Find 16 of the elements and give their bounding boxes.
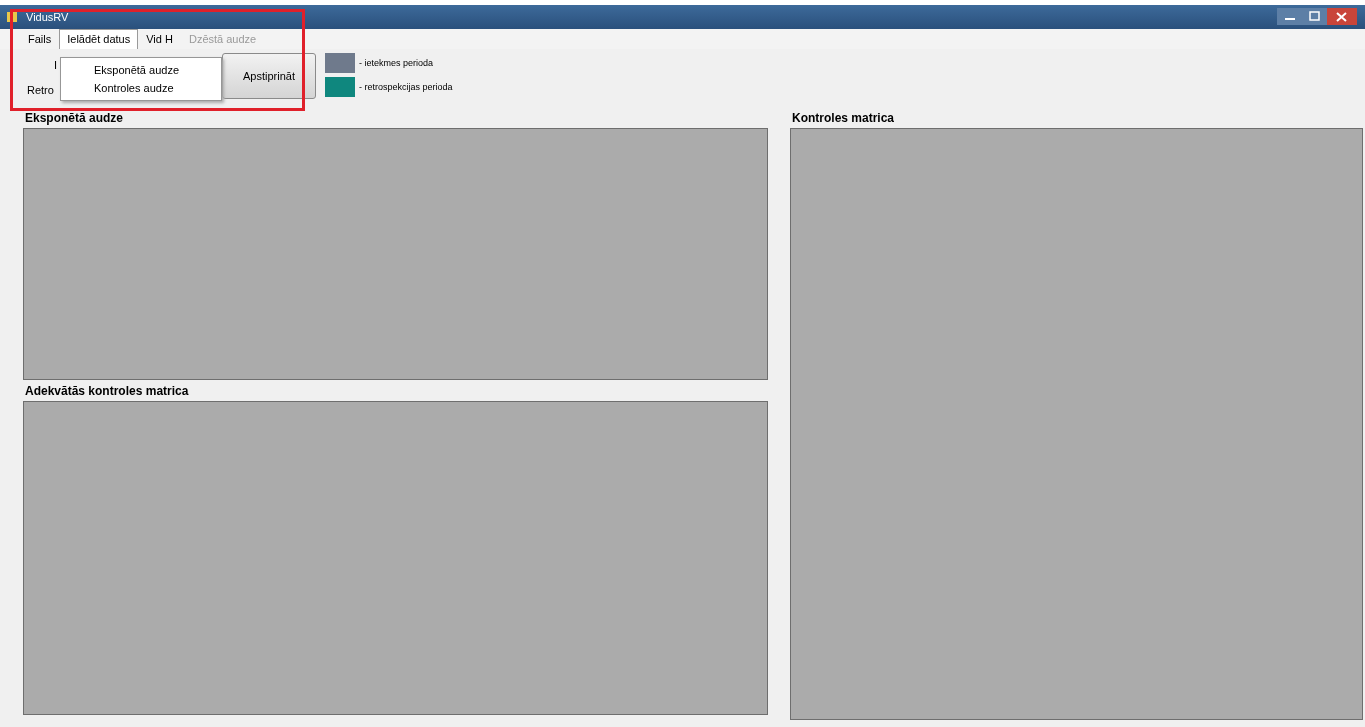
confirm-button[interactable]: Apstiprināt [222, 53, 316, 99]
panel-title: Adekvātās kontroles matrica [24, 383, 190, 400]
menu-item[interactable]: Vid H [138, 29, 181, 49]
dropdown-item[interactable]: Eksponētā audze [61, 61, 221, 79]
legend-label: - retrospekcijas perioda [359, 82, 453, 92]
menu-item[interactable]: Ielādēt datus [59, 29, 139, 49]
field-label: Retro [27, 84, 54, 96]
app-icon [6, 11, 18, 23]
dropdown-item[interactable]: Kontroles audze [61, 79, 221, 97]
field-label: I [54, 59, 58, 71]
menu-item[interactable]: Fails [20, 29, 60, 49]
panel-title: Eksponētā audze [24, 110, 125, 127]
legend-label: - ietekmes perioda [359, 58, 434, 68]
window-title: VidusRV [25, 10, 70, 24]
window-controls-drawing[interactable] [1277, 8, 1357, 26]
panel-title: Kontroles matrica [791, 110, 896, 127]
